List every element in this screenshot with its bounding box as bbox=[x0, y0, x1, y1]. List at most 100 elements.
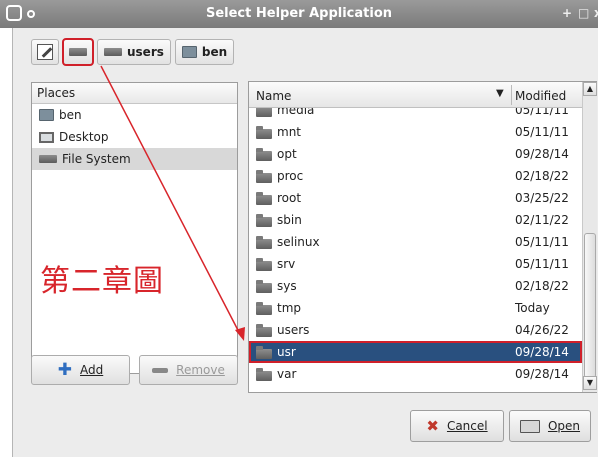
remove-label: Remove bbox=[176, 363, 225, 377]
file-modified: Today bbox=[515, 301, 550, 315]
file-modified: 09/28/14 bbox=[515, 367, 569, 381]
file-row-root[interactable]: root 03/25/22 bbox=[249, 187, 582, 209]
open-label: Open bbox=[547, 419, 581, 433]
add-bookmark-button[interactable]: ✚ Add bbox=[31, 355, 130, 385]
file-name: usr bbox=[277, 345, 296, 359]
folder-icon bbox=[256, 302, 272, 315]
places-item-label: ben bbox=[59, 108, 82, 122]
column-name-header[interactable]: Name bbox=[256, 89, 291, 103]
places-panel: Places ben Desktop File System bbox=[31, 82, 238, 374]
sort-down-icon: ▼ bbox=[496, 88, 504, 99]
folder-icon bbox=[256, 214, 272, 227]
places-item-desktop[interactable]: Desktop bbox=[32, 126, 237, 148]
file-row-opt[interactable]: opt 09/28/14 bbox=[249, 143, 582, 165]
file-modified: 05/11/11 bbox=[515, 235, 569, 249]
file-modified: 02/18/22 bbox=[515, 169, 569, 183]
open-folder-icon bbox=[519, 419, 540, 433]
window-title: Select Helper Application bbox=[205, 6, 393, 21]
path-ben-button[interactable]: ben bbox=[174, 39, 235, 65]
scrollbar-thumb[interactable] bbox=[584, 233, 596, 378]
file-modified: 05/11/11 bbox=[515, 108, 569, 117]
maximize-icon[interactable]: + bbox=[562, 6, 572, 20]
desktop-icon bbox=[39, 131, 54, 143]
file-list-header: Name ▼ Modified bbox=[249, 82, 582, 108]
file-chooser-dialog: users ben Places ben Desktop File System… bbox=[12, 28, 598, 457]
file-row-sys[interactable]: sys 02/18/22 bbox=[249, 275, 582, 297]
remove-bookmark-button[interactable]: Remove bbox=[139, 355, 238, 385]
folder-icon bbox=[256, 170, 272, 183]
scroll-up-icon[interactable]: ▲ bbox=[583, 82, 597, 96]
drive-icon bbox=[69, 48, 87, 56]
places-item-label: File System bbox=[62, 152, 131, 166]
file-name: mnt bbox=[277, 125, 301, 139]
folder-icon bbox=[256, 368, 272, 381]
path-ben-label: ben bbox=[201, 45, 228, 59]
folder-icon bbox=[256, 324, 272, 337]
add-label: Add bbox=[80, 363, 104, 377]
folder-icon bbox=[256, 192, 272, 205]
file-row-proc[interactable]: proc 02/18/22 bbox=[249, 165, 582, 187]
edit-location-button[interactable] bbox=[31, 39, 59, 65]
file-row-usr[interactable]: usr 09/28/14 bbox=[249, 341, 582, 363]
path-users-button[interactable]: users bbox=[97, 39, 171, 65]
file-name: media bbox=[277, 108, 315, 117]
folder-icon bbox=[256, 148, 272, 161]
file-name: selinux bbox=[277, 235, 320, 249]
home-icon bbox=[181, 46, 197, 58]
file-name: srv bbox=[277, 257, 296, 271]
file-modified: 09/28/14 bbox=[515, 147, 569, 161]
file-row-selinux[interactable]: selinux 05/11/11 bbox=[249, 231, 582, 253]
file-name: users bbox=[277, 323, 310, 337]
file-list-rows: media 05/11/11 mnt 05/11/11 opt 09/28/14 proc 0… bbox=[249, 108, 582, 392]
file-name: proc bbox=[277, 169, 304, 183]
drive-icon bbox=[104, 48, 122, 56]
file-modified: 02/18/22 bbox=[515, 279, 569, 293]
home-icon bbox=[39, 109, 54, 121]
file-modified: 03/25/22 bbox=[515, 191, 569, 205]
places-header[interactable]: Places bbox=[32, 83, 237, 104]
restore-icon[interactable]: □ bbox=[578, 6, 589, 20]
file-row-sbin[interactable]: sbin 02/11/22 bbox=[249, 209, 582, 231]
file-list-panel: Name ▼ Modified media 05/11/11 mnt 05/11/11… bbox=[248, 81, 597, 393]
file-row-mnt[interactable]: mnt 05/11/11 bbox=[249, 121, 582, 143]
column-separator[interactable] bbox=[511, 85, 512, 105]
folder-icon bbox=[256, 236, 272, 249]
file-row-srv[interactable]: srv 05/11/11 bbox=[249, 253, 582, 275]
folder-icon bbox=[256, 126, 272, 139]
annotation-text: 第二章圖 bbox=[40, 264, 164, 299]
file-row-var[interactable]: var 09/28/14 bbox=[249, 363, 582, 385]
path-users-label: users bbox=[127, 45, 164, 59]
folder-icon bbox=[256, 258, 272, 271]
column-modified-header[interactable]: Modified bbox=[515, 89, 566, 103]
places-header-label: Places bbox=[37, 86, 76, 100]
file-row-media[interactable]: media 05/11/11 bbox=[249, 108, 582, 121]
file-name: sys bbox=[277, 279, 297, 293]
file-modified: 02/11/22 bbox=[515, 213, 569, 227]
cancel-x-icon: ✖ bbox=[426, 417, 439, 435]
folder-icon bbox=[256, 108, 272, 117]
file-modified: 09/28/14 bbox=[515, 345, 569, 359]
file-name: var bbox=[277, 367, 297, 381]
file-row-tmp[interactable]: tmp Today bbox=[249, 297, 582, 319]
file-name: tmp bbox=[277, 301, 302, 315]
plus-icon: ✚ bbox=[57, 359, 72, 380]
places-item-ben[interactable]: ben bbox=[32, 104, 237, 126]
close-icon[interactable]: x bbox=[594, 6, 598, 20]
path-root-button[interactable] bbox=[62, 38, 94, 66]
title-bar: Select Helper Application + □ x bbox=[0, 0, 598, 28]
open-button[interactable]: Open bbox=[509, 410, 591, 442]
file-name: root bbox=[277, 191, 302, 205]
path-bar: users ben bbox=[31, 38, 235, 66]
vertical-scrollbar[interactable]: ▲ ▼ bbox=[582, 82, 597, 392]
cancel-button[interactable]: ✖ Cancel bbox=[410, 410, 504, 442]
file-modified: 04/26/22 bbox=[515, 323, 569, 337]
pencil-icon bbox=[37, 44, 53, 60]
scroll-down-icon[interactable]: ▼ bbox=[583, 376, 597, 390]
file-modified: 05/11/11 bbox=[515, 257, 569, 271]
places-item-label: Desktop bbox=[59, 130, 109, 144]
file-row-users[interactable]: users 04/26/22 bbox=[249, 319, 582, 341]
drive-icon bbox=[39, 155, 57, 163]
file-modified: 05/11/11 bbox=[515, 125, 569, 139]
places-item-file-system[interactable]: File System bbox=[32, 148, 237, 170]
file-name: opt bbox=[277, 147, 297, 161]
